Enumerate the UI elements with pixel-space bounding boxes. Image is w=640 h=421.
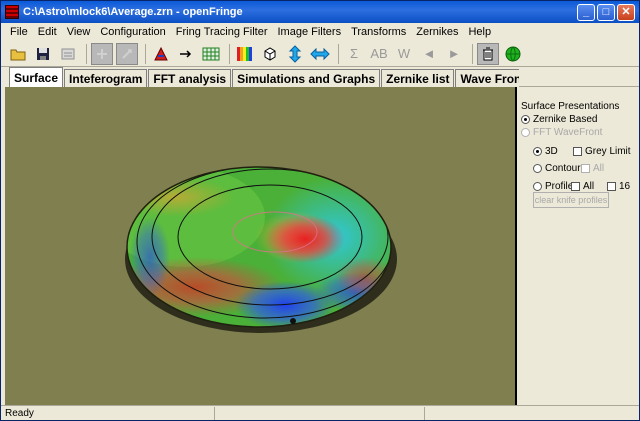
crosshair-icon[interactable]: [91, 42, 113, 65]
fft-wavefront-radio-dot[interactable]: [521, 128, 530, 137]
toolbar-separator: [145, 43, 146, 64]
profile-all-check[interactable]: [571, 182, 580, 191]
toolbar-separator: [229, 43, 230, 64]
profile-all-checkbox[interactable]: All: [571, 181, 594, 192]
menu-bar: File Edit View Configuration Fring Traci…: [1, 23, 639, 41]
ab-icon[interactable]: AB: [368, 43, 390, 65]
menu-zernikes[interactable]: Zernikes: [411, 26, 463, 38]
tab-inteferogram[interactable]: Inteferogram: [64, 69, 148, 87]
sum-icon[interactable]: Σ: [343, 43, 365, 65]
title-bar[interactable]: C:\Astro\mlock6\Average.zrn - openFringe…: [1, 1, 639, 23]
status-cell-3: [425, 407, 637, 420]
clear-knife-profiles-button[interactable]: clear knife profiles: [533, 192, 609, 208]
menu-image-filters[interactable]: Image Filters: [273, 26, 347, 38]
w-icon[interactable]: W: [393, 43, 415, 65]
zernike-based-radio-dot[interactable]: [521, 115, 530, 124]
menu-transforms[interactable]: Transforms: [346, 26, 411, 38]
globe-icon[interactable]: [502, 43, 524, 65]
sixteen-checkbox[interactable]: 16: [607, 181, 630, 192]
menu-fring-tracing-filter[interactable]: Fring Tracing Filter: [171, 26, 273, 38]
trace-fringes-icon[interactable]: [150, 43, 172, 65]
arrow-tool-icon[interactable]: [175, 43, 197, 65]
menu-view[interactable]: View: [62, 26, 96, 38]
minimize-button[interactable]: _: [577, 3, 595, 21]
vertical-arrows-icon[interactable]: [284, 43, 306, 65]
fft-wavefront-radio[interactable]: FFT WaveFront: [521, 127, 602, 138]
status-text: Ready: [1, 406, 215, 420]
surface-presentations-heading: Surface Presentations: [521, 101, 620, 112]
surface-render: [125, 166, 397, 333]
grey-limit-check[interactable]: [573, 147, 582, 156]
sixteen-label: 16: [619, 181, 631, 192]
next-icon[interactable]: ►: [443, 43, 465, 65]
toolbar-separator: [338, 43, 339, 64]
window-title: C:\Astro\mlock6\Average.zrn - openFringe: [23, 6, 243, 18]
3d-label: 3D: [545, 146, 558, 157]
surface-3d-view[interactable]: [5, 87, 517, 405]
contour-all-check[interactable]: [581, 164, 590, 173]
menu-configuration[interactable]: Configuration: [95, 26, 170, 38]
toolbar-separator: [86, 43, 87, 64]
color-palette-icon[interactable]: [234, 43, 256, 65]
save-icon[interactable]: [32, 43, 54, 65]
tab-surface[interactable]: Surface: [9, 67, 64, 87]
profile-label: Profile: [545, 181, 574, 192]
close-button[interactable]: ✕: [617, 3, 635, 21]
tab-zernike-list[interactable]: Zernike list: [381, 69, 455, 87]
cube-3d-icon[interactable]: [259, 43, 281, 65]
diagonal-tool-icon[interactable]: [116, 42, 138, 65]
app-window: C:\Astro\mlock6\Average.zrn - openFringe…: [0, 0, 640, 421]
profile-radio-dot[interactable]: [533, 182, 542, 191]
contour-radio[interactable]: Contour: [533, 163, 581, 174]
grey-limit-label: Grey Limit: [585, 146, 631, 157]
contour-label: Contour: [545, 163, 581, 174]
grey-limit-checkbox[interactable]: Grey Limit: [573, 146, 631, 157]
app-icon: [5, 5, 19, 19]
contour-radio-dot[interactable]: [533, 164, 542, 173]
panel-header-strip: [519, 67, 639, 87]
fft-wavefront-label: FFT WaveFront: [533, 127, 603, 138]
status-cell-2: [215, 406, 425, 420]
horizontal-arrows-icon[interactable]: [309, 43, 331, 65]
trash-icon[interactable]: [477, 42, 499, 65]
zernike-based-label: Zernike Based: [533, 114, 598, 125]
3d-radio-dot[interactable]: [533, 147, 542, 156]
tab-simulations-and-graphs[interactable]: Simulations and Graphs: [232, 69, 381, 87]
surface-options-panel: Surface Presentations Zernike Based FFT …: [519, 67, 639, 405]
status-bar: Ready: [1, 405, 639, 420]
print-icon[interactable]: [57, 43, 79, 65]
menu-file[interactable]: File: [5, 26, 33, 38]
menu-help[interactable]: Help: [463, 26, 496, 38]
zernike-based-radio[interactable]: Zernike Based: [521, 114, 597, 125]
toolbar-separator: [472, 43, 473, 64]
prev-icon[interactable]: ◄: [418, 43, 440, 65]
open-folder-icon[interactable]: [7, 43, 29, 65]
tab-bar: Surface Inteferogram FFT analysis Simula…: [9, 67, 552, 87]
3d-radio[interactable]: 3D: [533, 146, 558, 157]
profile-all-label: All: [583, 181, 595, 192]
menu-edit[interactable]: Edit: [33, 26, 62, 38]
sixteen-check[interactable]: [607, 182, 616, 191]
maximize-button[interactable]: □: [597, 3, 615, 21]
contour-all-label: All: [593, 163, 605, 174]
toolbar: Σ AB W ◄ ►: [1, 41, 639, 67]
profile-radio[interactable]: Profile: [533, 181, 573, 192]
grid-icon[interactable]: [200, 43, 222, 65]
contour-all-checkbox[interactable]: All: [581, 163, 604, 174]
tab-fft-analysis[interactable]: FFT analysis: [148, 69, 232, 87]
